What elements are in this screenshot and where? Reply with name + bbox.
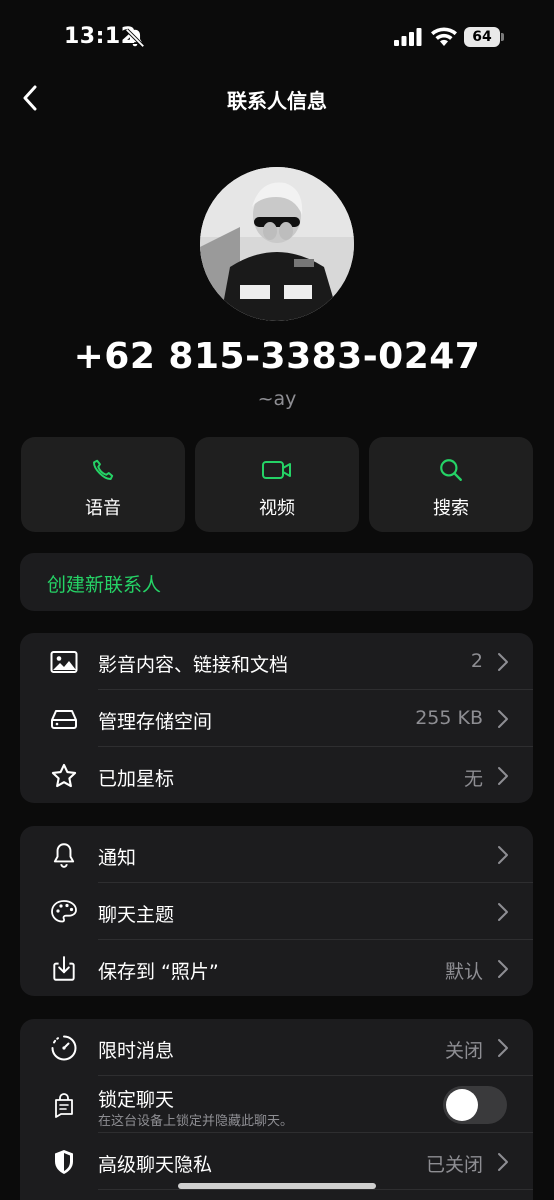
contact-push-name: ~ay xyxy=(257,388,297,410)
search-icon xyxy=(440,459,462,481)
video-call-button[interactable]: 视频 xyxy=(195,437,359,532)
star-icon xyxy=(51,763,77,788)
chevron-right-icon xyxy=(498,1039,508,1057)
battery-cap xyxy=(501,33,504,41)
palette-icon xyxy=(51,900,77,923)
lock-chat-toggle[interactable] xyxy=(443,1086,507,1124)
row-value: 255 KB xyxy=(415,707,483,729)
row-notifications[interactable]: 通知 xyxy=(20,826,533,883)
row-label: 高级聊天隐私 xyxy=(98,1154,213,1176)
row-encryption[interactable]: 加密 xyxy=(20,1190,533,1200)
chevron-right-icon xyxy=(498,846,508,864)
voice-call-label: 语音 xyxy=(85,498,121,519)
toggle-knob xyxy=(446,1089,478,1121)
chevron-right-icon xyxy=(498,1153,508,1171)
bell-icon xyxy=(53,843,75,868)
create-contact-button[interactable]: 创建新联系人 xyxy=(20,553,533,611)
row-label: 限时消息 xyxy=(98,1040,175,1062)
row-label: 锁定聊天 xyxy=(98,1089,175,1111)
voice-call-button[interactable]: 语音 xyxy=(21,437,185,532)
row-manage-storage[interactable]: 管理存储空间 255 KB xyxy=(20,690,533,747)
row-value: 默认 xyxy=(444,961,483,983)
row-save-to-photos[interactable]: 保存到 “照片” 默认 xyxy=(20,940,533,997)
cellular-signal-icon xyxy=(394,28,422,46)
contact-phone-number: +62 815-3383-0247 xyxy=(73,336,481,377)
row-label: 通知 xyxy=(98,847,137,869)
lock-chat-icon xyxy=(55,1093,73,1118)
row-label: 聊天主题 xyxy=(98,904,175,926)
home-indicator xyxy=(178,1183,376,1189)
chevron-right-icon xyxy=(498,903,508,921)
phone-icon xyxy=(93,459,114,480)
row-value: 无 xyxy=(463,768,483,790)
nav-header: 联系人信息 xyxy=(0,76,554,120)
battery-level: 64 xyxy=(464,27,500,47)
row-lock-chat: 锁定聊天 在这台设备上锁定并隐藏此聊天。 xyxy=(20,1076,533,1133)
row-starred[interactable]: 已加星标 无 xyxy=(20,747,533,804)
row-sublabel: 在这台设备上锁定并隐藏此聊天。 xyxy=(98,1114,294,1129)
wifi-icon xyxy=(431,27,457,46)
battery-indicator: 64 xyxy=(464,27,504,47)
chevron-right-icon xyxy=(498,767,508,785)
shield-icon xyxy=(55,1150,73,1174)
row-label: 已加星标 xyxy=(98,768,175,790)
row-media-links-docs[interactable]: 影音内容、链接和文档 2 xyxy=(20,633,533,690)
row-value: 已关闭 xyxy=(425,1154,483,1176)
image-icon xyxy=(50,651,78,673)
avatar[interactable] xyxy=(200,167,354,321)
search-button[interactable]: 搜索 xyxy=(369,437,533,532)
privacy-group: 限时消息 关闭 锁定聊天 在这台设备上锁定并隐藏此聊天。 高级聊天隐私 已关闭 xyxy=(20,1019,533,1200)
row-label: 影音内容、链接和文档 xyxy=(98,654,289,676)
row-label: 保存到 “照片” xyxy=(98,961,219,983)
create-contact-label: 创建新联系人 xyxy=(47,574,162,596)
bell-slash-icon xyxy=(125,28,145,48)
timer-icon xyxy=(51,1035,77,1061)
chevron-right-icon xyxy=(498,710,508,728)
row-value: 2 xyxy=(470,650,483,672)
avatar-photo xyxy=(200,167,354,321)
download-icon xyxy=(53,956,75,981)
row-value: 关闭 xyxy=(444,1040,483,1062)
search-label: 搜索 xyxy=(433,498,469,519)
row-label: 管理存储空间 xyxy=(98,711,213,733)
row-chat-theme[interactable]: 聊天主题 xyxy=(20,883,533,940)
chevron-right-icon xyxy=(498,653,508,671)
chevron-right-icon xyxy=(498,960,508,978)
row-advanced-chat-privacy[interactable]: 高级聊天隐私 已关闭 xyxy=(20,1133,533,1190)
storage-icon xyxy=(51,710,77,729)
page-title: 联系人信息 xyxy=(227,89,327,113)
row-disappearing-messages[interactable]: 限时消息 关闭 xyxy=(20,1019,533,1076)
video-icon xyxy=(262,461,291,479)
video-call-label: 视频 xyxy=(259,498,295,519)
status-bar: 13:12 64 xyxy=(0,0,554,76)
notification-theme-group: 通知 聊天主题 保存到 “照片” 默认 xyxy=(20,826,533,996)
media-storage-group: 影音内容、链接和文档 2 管理存储空间 255 KB 已加星标 无 xyxy=(20,633,533,803)
